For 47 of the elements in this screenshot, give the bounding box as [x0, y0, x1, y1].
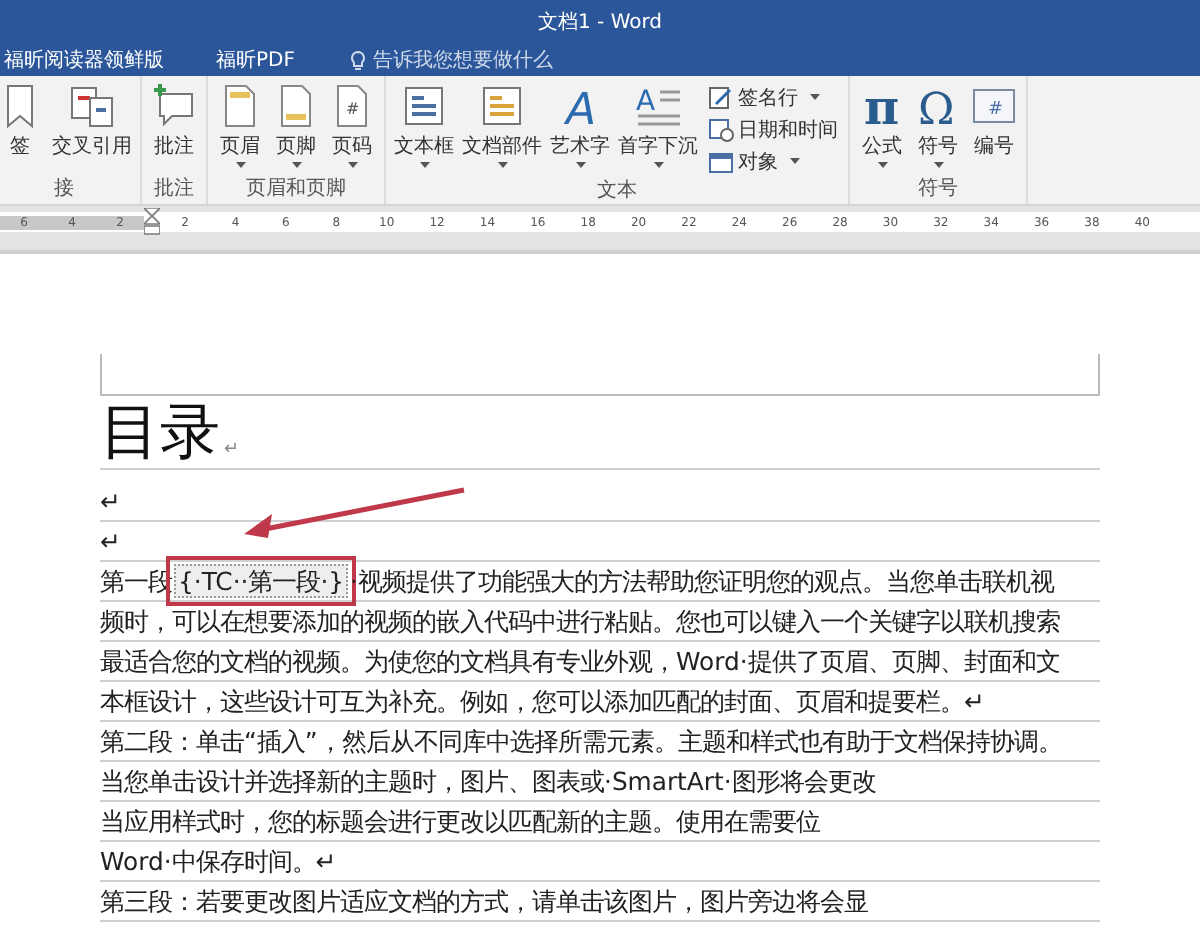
- ribbon-button[interactable]: A 首字下沉: [616, 80, 700, 176]
- tell-me-field[interactable]: 告诉我您想要做什么: [350, 49, 613, 71]
- ribbon-button[interactable]: 交叉引用: [50, 80, 134, 174]
- ribbon-tab[interactable]: 福昕PDF: [208, 46, 303, 74]
- heading: 目录: [100, 400, 220, 468]
- object-icon: [708, 149, 734, 173]
- wordart-icon: A: [556, 82, 604, 130]
- indent-marker-icon[interactable]: [144, 208, 160, 236]
- text-line: ↵: [100, 484, 121, 520]
- text-line: 频时，可以在想要添加的视频的嵌入代码中进行粘贴。您也可以键入一个关键字以联机搜索: [100, 604, 1060, 640]
- text-line: Word·中保存时间。↵: [100, 844, 337, 880]
- ribbon-button[interactable]: 批注: [148, 80, 200, 174]
- text-line: 最适合您的文档的视频。为使您的文档具有专业外观，Word·提供了页眉、页脚、封面和文: [100, 644, 1060, 680]
- ribbon-button[interactable]: 文档部件: [460, 80, 544, 176]
- textbox-icon: [400, 82, 448, 130]
- pi-icon: π: [858, 82, 906, 130]
- window-title: 文档1 - Word: [537, 9, 663, 36]
- ribbon-small-button[interactable]: 签名行: [704, 82, 842, 112]
- ribbon-button[interactable]: # 页码: [326, 80, 378, 174]
- ribbon-small-button[interactable]: 日期和时间: [704, 114, 842, 144]
- ribbon-button[interactable]: 签: [0, 80, 46, 174]
- ribbon-button[interactable]: 页眉: [214, 80, 266, 174]
- group-label: 符号: [918, 176, 958, 204]
- text-line: 第二段：单击“插入”，然后从不同库中选择所需元素。主题和样式也有助于文档保持协调。: [100, 724, 1062, 760]
- ribbon-button[interactable]: π 公式: [856, 80, 908, 174]
- crossref-icon: [68, 82, 116, 130]
- ribbon-button[interactable]: 页脚: [270, 80, 322, 174]
- ribbon-button[interactable]: 文本框: [392, 80, 456, 176]
- ribbon-button[interactable]: # 编号: [968, 80, 1020, 174]
- ribbon-button[interactable]: A 艺术字: [548, 80, 612, 176]
- text-line: 本框设计，这些设计可互为补充。例如，您可以添加匹配的封面、页眉和提要栏。↵: [100, 684, 985, 720]
- omega-icon: Ω: [914, 82, 962, 130]
- text-line: 当您单击设计并选择新的主题时，图片、图表或·SmartArt·图形将会更改: [100, 764, 876, 800]
- text-line: ↵: [100, 524, 121, 560]
- group-label: 页眉和页脚: [246, 175, 346, 204]
- signature-icon: [708, 85, 734, 109]
- group-label: 文本: [597, 177, 637, 206]
- lightbulb-icon: [350, 49, 367, 71]
- group-label: 接: [54, 175, 74, 204]
- paragraph-mark: ↵: [224, 440, 240, 460]
- ribbon-tab[interactable]: 福昕阅读器领鲜版: [0, 46, 172, 74]
- ribbon-small-button[interactable]: 对象: [704, 146, 842, 176]
- text-line: 当应用样式时，您的标题会进行更改以匹配新的主题。使用在需要位: [100, 804, 820, 840]
- group-label: 批注: [154, 175, 194, 204]
- comment-icon: [150, 82, 198, 130]
- ribbon-button[interactable]: Ω 符号: [912, 80, 964, 174]
- text-line: 第三段：若要更改图片适应文档的方式，请单击该图片，图片旁边将会显: [100, 884, 868, 920]
